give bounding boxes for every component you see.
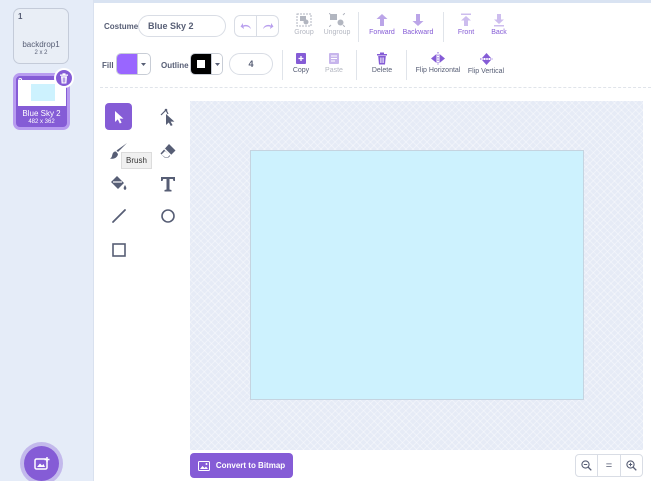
- zoom-out-button[interactable]: [576, 455, 597, 476]
- front-label: Front: [457, 29, 475, 36]
- copy-label: Copy: [292, 67, 310, 74]
- redo-icon: [262, 23, 273, 29]
- fill-swatch: [117, 54, 137, 74]
- circle-tool[interactable]: [154, 202, 181, 229]
- back-label: Back: [491, 29, 507, 36]
- paste-label: Paste: [325, 67, 343, 74]
- add-costume-icon: [33, 456, 49, 470]
- copy-icon: [296, 53, 306, 64]
- flip-horizontal-label: Flip Horizontal: [415, 67, 461, 74]
- caret-down-icon: [211, 54, 222, 74]
- costume-tile-1[interactable]: 1 backdrop1 2 x 2: [13, 8, 69, 64]
- paint-bucket-icon: [110, 175, 126, 190]
- bitmap-icon: [197, 460, 210, 471]
- select-tool[interactable]: [105, 103, 132, 130]
- text-icon: [160, 176, 175, 191]
- costume-name: backdrop1: [22, 40, 60, 49]
- fill-label: Fill: [102, 61, 114, 70]
- eraser-tool[interactable]: [154, 137, 181, 164]
- forward-button[interactable]: Forward: [362, 13, 402, 36]
- reshape-tool[interactable]: [154, 103, 181, 130]
- rectangle-icon: [111, 242, 126, 257]
- fill-tool[interactable]: [105, 170, 132, 197]
- delete-costume-button[interactable]: [54, 68, 74, 88]
- forward-label: Forward: [369, 29, 395, 36]
- back-icon: [494, 14, 504, 27]
- outline-color-picker[interactable]: [190, 53, 223, 75]
- zoom-in-icon: [626, 460, 637, 471]
- costume-name-input[interactable]: Blue Sky 2: [138, 15, 226, 37]
- ungroup-icon: [329, 13, 345, 27]
- toolbar-divider: [443, 12, 444, 42]
- eraser-icon: [160, 143, 175, 157]
- back-button[interactable]: Back: [479, 13, 519, 36]
- choose-costume-button[interactable]: [24, 446, 59, 481]
- caret-down-icon: [137, 54, 148, 74]
- backward-label: Backward: [402, 29, 434, 36]
- undo-icon: [240, 23, 251, 29]
- costume-size: 482 x 362: [28, 119, 55, 125]
- toolbar-bottom-border: [100, 87, 651, 88]
- delete-label: Delete: [371, 67, 393, 74]
- costume-size: 2 x 2: [34, 50, 48, 56]
- ungroup-label: Ungroup: [323, 29, 351, 36]
- costume-label: Costume: [104, 22, 139, 31]
- backward-icon: [412, 14, 424, 26]
- costume-name: Blue Sky 2: [22, 109, 61, 118]
- flip-horizontal-button[interactable]: Flip Horizontal: [412, 52, 464, 74]
- trash-icon: [377, 52, 387, 65]
- toolbar-divider: [356, 50, 357, 80]
- zoom-controls: =: [575, 454, 643, 477]
- outline-width-input[interactable]: 4: [229, 53, 273, 75]
- costume-number: 1: [18, 12, 23, 21]
- costume-list: 1 backdrop1 2 x 2 2 Blue Sky 2 482 x 362: [0, 0, 94, 481]
- flip-vertical-button[interactable]: Flip Vertical: [462, 52, 510, 75]
- undo-redo-group: [234, 15, 279, 37]
- delete-button[interactable]: Delete: [362, 52, 402, 74]
- flip-vertical-label: Flip Vertical: [467, 68, 505, 75]
- undo-button[interactable]: [235, 16, 256, 36]
- line-icon: [111, 208, 126, 223]
- costume-artwork[interactable]: [250, 150, 584, 400]
- text-tool[interactable]: [154, 170, 181, 197]
- convert-to-bitmap-label: Convert to Bitmap: [215, 461, 286, 470]
- paste-icon: [329, 53, 339, 64]
- zoom-reset-button[interactable]: =: [597, 455, 619, 476]
- outline-swatch: [191, 54, 212, 74]
- reshape-icon: [160, 108, 174, 126]
- circle-icon: [160, 208, 175, 223]
- forward-icon: [376, 14, 388, 26]
- zoom-in-button[interactable]: [619, 455, 642, 476]
- outline-label: Outline: [161, 61, 189, 70]
- paste-button[interactable]: Paste: [314, 52, 354, 74]
- backward-button[interactable]: Backward: [398, 13, 438, 36]
- flip-vertical-icon: [479, 53, 493, 65]
- toolbar-divider: [406, 50, 407, 80]
- line-tool[interactable]: [105, 202, 132, 229]
- top-stripe: [0, 0, 651, 3]
- tool-tooltip: Brush: [121, 152, 152, 169]
- front-icon: [461, 13, 471, 26]
- toolbar-divider: [358, 12, 359, 42]
- flip-horizontal-icon: [431, 52, 445, 65]
- fill-color-picker[interactable]: [116, 53, 151, 75]
- redo-button[interactable]: [256, 16, 278, 36]
- group-icon: [296, 13, 312, 27]
- trash-icon: [60, 72, 68, 83]
- arrow-cursor-icon: [114, 110, 123, 123]
- rectangle-tool[interactable]: [105, 236, 132, 263]
- zoom-out-icon: [581, 460, 592, 471]
- group-label: Group: [294, 29, 314, 36]
- ungroup-button[interactable]: Ungroup: [317, 13, 357, 36]
- convert-to-bitmap-button[interactable]: Convert to Bitmap: [190, 453, 293, 478]
